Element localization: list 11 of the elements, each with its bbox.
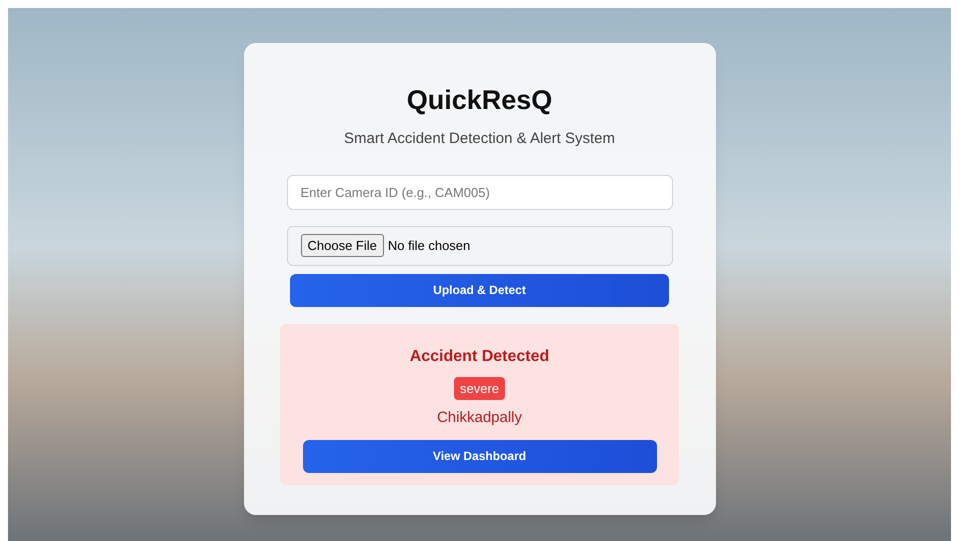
file-input[interactable]: Choose File No file chosen xyxy=(286,226,672,266)
app-title: QuickResQ xyxy=(406,87,552,114)
severity-badge: severe xyxy=(454,376,506,400)
choose-file-button[interactable]: Choose File xyxy=(300,234,384,258)
view-dashboard-button[interactable]: View Dashboard xyxy=(302,440,656,472)
location-text: Chikkadpally xyxy=(436,408,522,428)
app-subtitle: Smart Accident Detection & Alert System xyxy=(344,129,615,149)
result-title: Accident Detected xyxy=(410,348,550,364)
camera-id-field[interactable]: Enter Camera ID (e.g., CAM005) xyxy=(286,174,672,210)
upload-detect-button[interactable]: Upload & Detect xyxy=(290,274,669,306)
file-status: No file chosen xyxy=(388,236,470,255)
